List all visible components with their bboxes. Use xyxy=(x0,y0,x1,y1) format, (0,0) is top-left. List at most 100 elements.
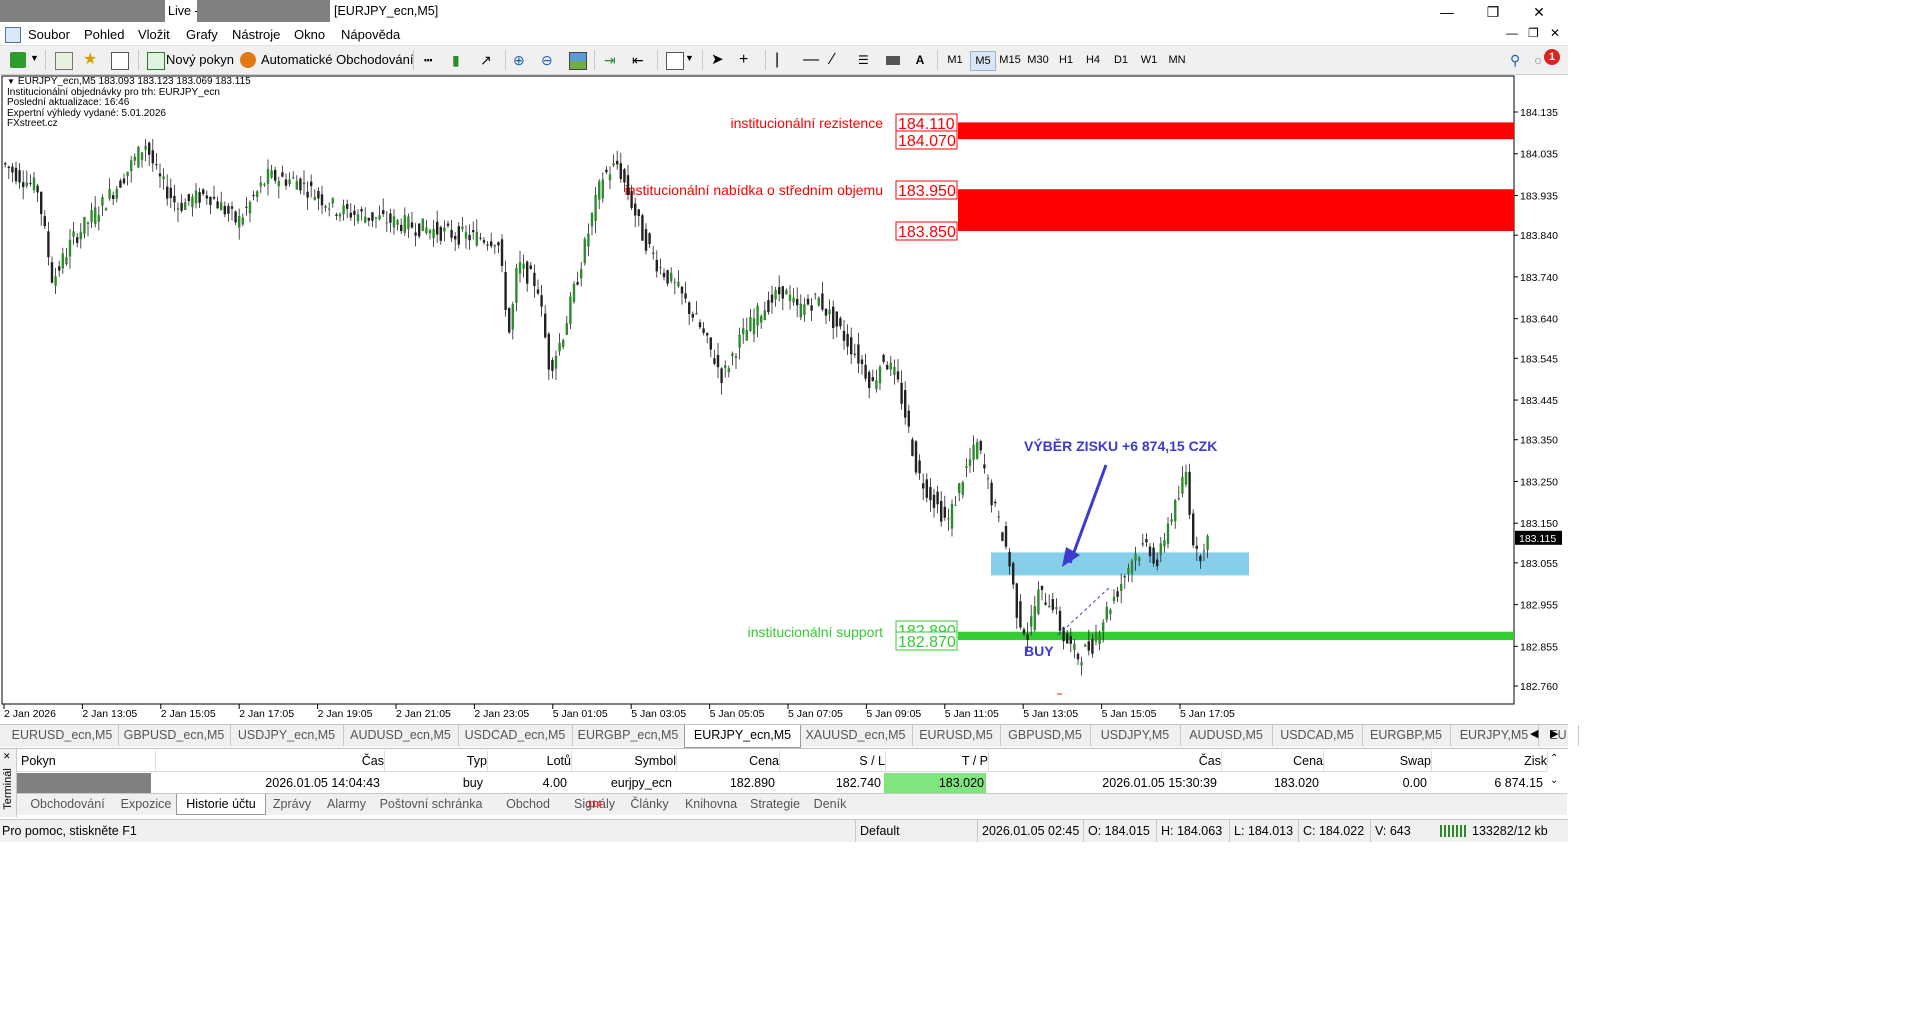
menu-soubor[interactable]: Soubor xyxy=(28,27,70,42)
tf-d1-button[interactable]: D1 xyxy=(1109,51,1133,69)
column-header[interactable]: Swap xyxy=(1323,751,1432,771)
scroll-up-icon[interactable]: ⌃ xyxy=(1550,753,1558,764)
menu-napoveda[interactable]: Nápověda xyxy=(341,27,400,42)
chart-tab[interactable]: USDCAD_ecn,M5 xyxy=(458,725,573,746)
terminal-tab[interactable]: Obchodování xyxy=(19,794,116,814)
tf-m1-button[interactable]: M1 xyxy=(943,51,967,69)
menu-nastroje[interactable]: Nástroje xyxy=(232,27,280,42)
chart-tab[interactable]: XAUUSD_ecn,M5 xyxy=(799,725,913,746)
market-watch-icon[interactable] xyxy=(55,52,73,70)
support-zone[interactable] xyxy=(958,631,1514,641)
tab-scroll-right-icon[interactable]: ▶ xyxy=(1550,727,1558,740)
terminal-tab[interactable]: Alarmy xyxy=(320,794,373,814)
terminal-tab[interactable]: Obchod xyxy=(489,794,567,814)
tile-windows-icon[interactable] xyxy=(569,52,587,70)
vertical-line-icon[interactable]: | xyxy=(775,52,791,68)
chart-tab[interactable]: EURGBP_ecn,M5 xyxy=(572,725,685,746)
indicators-icon[interactable] xyxy=(666,52,684,70)
crosshair-icon[interactable]: + xyxy=(739,52,755,68)
chart-tab[interactable]: USDJPY,M5 xyxy=(1090,725,1181,746)
menu-okno[interactable]: Okno xyxy=(294,27,325,42)
line-chart-icon[interactable]: ↗ xyxy=(480,52,496,68)
menu-close-icon[interactable]: ✕ xyxy=(1550,26,1560,40)
close-window-button[interactable]: ✕ xyxy=(1516,0,1562,24)
chart-tab[interactable]: EURUSD_ecn,M5 xyxy=(6,725,119,746)
notification-badge[interactable]: 1 xyxy=(1544,49,1560,65)
column-header[interactable]: Cena xyxy=(677,751,780,771)
chart-tab[interactable]: AUDUSD_ecn,M5 xyxy=(343,725,459,746)
chart-shift-icon[interactable]: ⇤ xyxy=(632,52,648,68)
rectangle-icon[interactable] xyxy=(886,56,900,65)
chart-tab[interactable]: AUDUSD,M5 xyxy=(1180,725,1273,746)
new-order-icon[interactable] xyxy=(147,52,165,70)
tf-m30-button[interactable]: M30 xyxy=(1026,51,1050,69)
tab-scroll-left-icon[interactable]: ◀ xyxy=(1530,727,1538,740)
chart-tab[interactable]: EURGBP,M5 xyxy=(1362,725,1451,746)
menu-vlozit[interactable]: Vložit xyxy=(138,27,170,42)
chart-tab[interactable]: USDJPY_ecn,M5 xyxy=(230,725,344,746)
price-chart[interactable]: 184.110184.070183.950183.850182.890182.8… xyxy=(0,75,1568,723)
chart-tab[interactable]: EU xyxy=(1538,725,1579,746)
table-row[interactable]: 2026.01.05 14:04:43 buy 4.00 eurjpy_ecn … xyxy=(17,773,1547,793)
app-menu-icon[interactable] xyxy=(5,27,21,43)
column-header[interactable]: Symbol xyxy=(572,751,677,771)
auto-scroll-icon[interactable]: ⇥ xyxy=(604,52,620,68)
auto-trading-icon[interactable] xyxy=(240,52,256,68)
horizontal-line-icon[interactable]: — xyxy=(803,52,819,68)
chart-tab[interactable]: GBPUSD,M5 xyxy=(1000,725,1091,746)
chart-tab[interactable]: EURJPY,M5 xyxy=(1450,725,1539,746)
trendline-icon[interactable]: ∕ xyxy=(831,52,847,68)
minimize-button[interactable]: — xyxy=(1424,0,1470,24)
zoom-out-icon[interactable]: ⊖ xyxy=(541,52,557,68)
column-header[interactable]: Cena xyxy=(1221,751,1324,771)
chart-tab[interactable]: EURJPY_ecn,M5 xyxy=(684,725,801,748)
column-header[interactable]: Lotů xyxy=(487,751,572,771)
chart-window[interactable]: 184.110184.070183.950183.850182.890182.8… xyxy=(0,75,1568,723)
column-header[interactable]: T / P xyxy=(884,751,989,771)
column-header[interactable]: Typ xyxy=(383,751,488,771)
chart-tab[interactable]: USDCAD,M5 xyxy=(1272,725,1363,746)
terminal-tab[interactable]: Deník xyxy=(805,794,855,814)
favorites-icon[interactable]: ★ xyxy=(83,52,99,68)
scroll-down-icon[interactable]: ⌄ xyxy=(1550,775,1558,786)
tf-mn-button[interactable]: MN xyxy=(1165,51,1189,69)
tf-m15-button[interactable]: M15 xyxy=(998,51,1022,69)
bar-chart-icon[interactable]: ┅ xyxy=(424,52,440,68)
menu-grafy[interactable]: Grafy xyxy=(186,27,218,42)
chart-tab[interactable]: EURUSD,M5 xyxy=(912,725,1001,746)
terminal-tab[interactable]: Články xyxy=(622,794,677,814)
candlestick-icon[interactable]: ▮ xyxy=(452,52,468,68)
supply-zone[interactable] xyxy=(958,189,1514,231)
terminal-tab[interactable]: Knihovna xyxy=(677,794,745,814)
menu-restore-icon[interactable]: ❐ xyxy=(1528,26,1539,40)
column-header[interactable]: S / L xyxy=(779,751,886,771)
tf-m5-button[interactable]: M5 xyxy=(970,51,996,71)
resistance-zone[interactable] xyxy=(958,122,1514,140)
new-order-button[interactable]: Nový pokyn xyxy=(166,49,234,71)
menu-pohled[interactable]: Pohled xyxy=(84,27,124,42)
menu-minimize-icon[interactable]: — xyxy=(1506,26,1518,40)
take-profit-zone[interactable] xyxy=(991,552,1249,576)
zoom-in-icon[interactable]: ⊕ xyxy=(513,52,529,68)
dropdown-arrow-icon[interactable]: ▼ xyxy=(30,53,39,63)
column-header[interactable]: Čas xyxy=(989,751,1222,771)
terminal-tab[interactable]: Expozice xyxy=(116,794,176,814)
tf-h4-button[interactable]: H4 xyxy=(1081,51,1105,69)
channel-icon[interactable]: ☰ xyxy=(858,52,874,68)
terminal-tab[interactable]: Zprávy xyxy=(264,794,320,814)
indicators-dropdown-icon[interactable]: ▼ xyxy=(685,53,694,63)
search-icon[interactable]: ⚲ xyxy=(1510,52,1526,68)
new-chart-icon[interactable] xyxy=(10,52,26,68)
column-header[interactable]: Čas xyxy=(154,751,385,771)
auto-trading-button[interactable]: Automatické Obchodování xyxy=(261,49,413,71)
navigator-icon[interactable] xyxy=(111,52,129,70)
chart-tab[interactable]: GBPUSD_ecn,M5 xyxy=(118,725,231,746)
column-header[interactable]: Pokyn xyxy=(17,751,156,771)
tf-w1-button[interactable]: W1 xyxy=(1137,51,1161,69)
terminal-tab[interactable]: Historie účtu xyxy=(176,794,266,815)
column-header[interactable]: Zisk xyxy=(1431,751,1548,771)
cursor-icon[interactable]: ➤ xyxy=(711,52,727,68)
chart-collapse-icon[interactable]: ▼ xyxy=(7,77,15,88)
tf-h1-button[interactable]: H1 xyxy=(1054,51,1078,69)
text-tool-button[interactable]: A xyxy=(908,51,932,69)
